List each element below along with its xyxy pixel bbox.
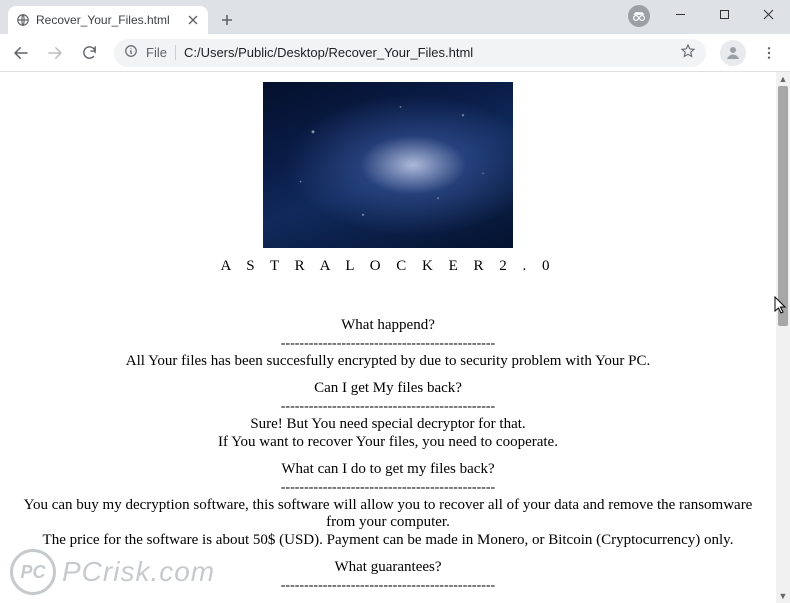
browser-toolbar: File C:/Users/Public/Desktop/Recover_You… bbox=[0, 34, 790, 72]
tab-title: Recover_Your_Files.html bbox=[36, 13, 180, 27]
watermark-text: PCrisk.com bbox=[62, 556, 215, 588]
hero-image bbox=[263, 82, 513, 248]
section-heading: Can I get My files back? bbox=[8, 380, 768, 397]
browser-titlebar: Recover_Your_Files.html bbox=[0, 0, 790, 34]
body-text: You can buy my decryption software, this… bbox=[8, 497, 768, 531]
file-info-icon[interactable] bbox=[124, 44, 138, 61]
browser-tab[interactable]: Recover_Your_Files.html bbox=[8, 6, 208, 34]
window-maximize-button[interactable] bbox=[702, 0, 746, 28]
body-text: If You want to recover Your files, you n… bbox=[8, 434, 768, 451]
divider-line: ----------------------------------------… bbox=[8, 399, 768, 415]
scroll-down-icon[interactable]: ▼ bbox=[776, 589, 790, 603]
brand-title: A S T R A L O C K E R 2 . 0 bbox=[8, 258, 768, 275]
reload-button[interactable] bbox=[74, 38, 104, 68]
tab-close-icon[interactable] bbox=[186, 13, 200, 27]
watermark: PC PCrisk.com bbox=[10, 549, 215, 595]
address-bar[interactable]: File C:/Users/Public/Desktop/Recover_You… bbox=[114, 39, 706, 67]
new-tab-button[interactable] bbox=[214, 7, 240, 33]
body-text: The price for the software is about 50$ … bbox=[8, 532, 768, 549]
url-text: C:/Users/Public/Desktop/Recover_Your_Fil… bbox=[184, 45, 672, 60]
profile-indicator-icon[interactable] bbox=[628, 5, 650, 27]
body-text: All Your files has been succesfully encr… bbox=[8, 353, 768, 370]
window-close-button[interactable] bbox=[746, 0, 790, 28]
profile-avatar-button[interactable] bbox=[720, 40, 746, 66]
kebab-menu-button[interactable] bbox=[754, 38, 784, 68]
forward-button[interactable] bbox=[40, 38, 70, 68]
section-heading: What can I do to get my files back? bbox=[8, 461, 768, 478]
page-content: A S T R A L O C K E R 2 . 0 What happend… bbox=[0, 72, 776, 603]
globe-icon bbox=[16, 13, 30, 27]
url-scheme-chip: File bbox=[146, 45, 176, 60]
scrollbar-thumb[interactable] bbox=[778, 86, 788, 326]
section-heading: What happend? bbox=[8, 317, 768, 334]
body-text: Sure! But You need special decryptor for… bbox=[8, 416, 768, 433]
scroll-up-icon[interactable]: ▲ bbox=[776, 72, 790, 86]
vertical-scrollbar[interactable]: ▲ ▼ bbox=[776, 72, 790, 603]
watermark-badge: PC bbox=[10, 549, 56, 595]
back-button[interactable] bbox=[6, 38, 36, 68]
bookmark-star-icon[interactable] bbox=[680, 43, 696, 62]
window-minimize-button[interactable] bbox=[658, 0, 702, 28]
window-controls bbox=[658, 0, 790, 28]
divider-line: ----------------------------------------… bbox=[8, 480, 768, 496]
divider-line: ----------------------------------------… bbox=[8, 336, 768, 352]
